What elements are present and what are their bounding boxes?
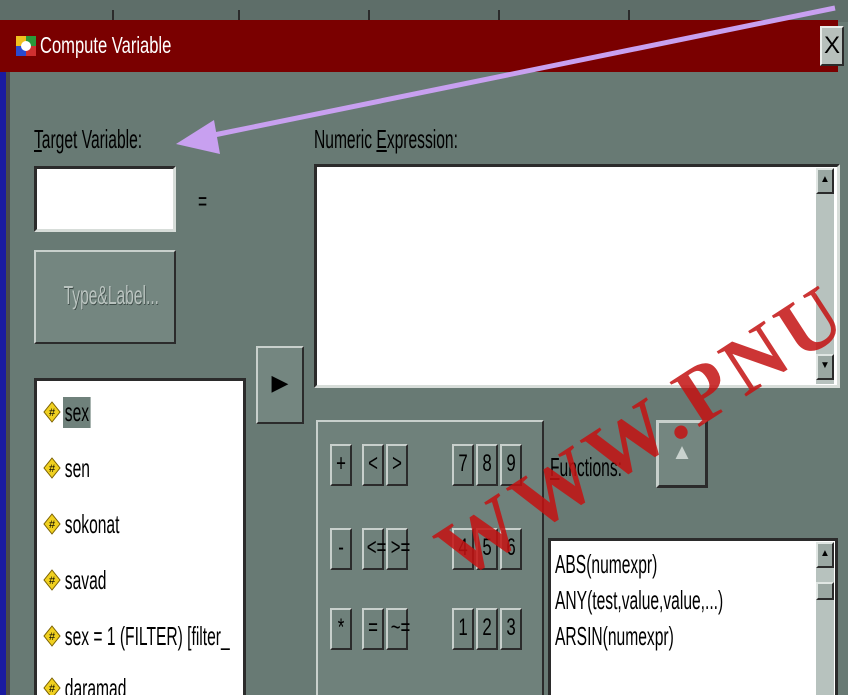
annotation-arrow — [176, 5, 836, 154]
